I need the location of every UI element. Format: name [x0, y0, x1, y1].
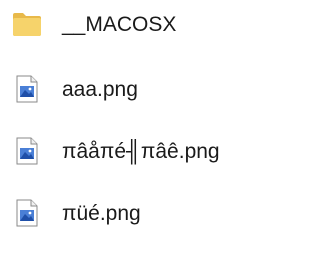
- folder-icon: [12, 9, 42, 39]
- file-item-png-3[interactable]: πüé.png: [12, 193, 282, 233]
- file-list: __MACOSX aaa.png πâåπé╢πâê.png πüé.png: [0, 0, 290, 262]
- file-item-aaa-png[interactable]: aaa.png: [12, 69, 282, 109]
- file-name: aaa.png: [62, 77, 138, 101]
- file-name: πâåπé╢πâê.png: [62, 139, 220, 163]
- image-file-icon: [12, 198, 42, 228]
- image-file-icon: [12, 74, 42, 104]
- image-file-icon: [12, 136, 42, 166]
- file-item-macosx-folder[interactable]: __MACOSX: [12, 4, 282, 44]
- file-name: __MACOSX: [62, 12, 177, 36]
- file-name: πüé.png: [62, 201, 141, 225]
- file-item-png-2[interactable]: πâåπé╢πâê.png: [12, 131, 282, 171]
